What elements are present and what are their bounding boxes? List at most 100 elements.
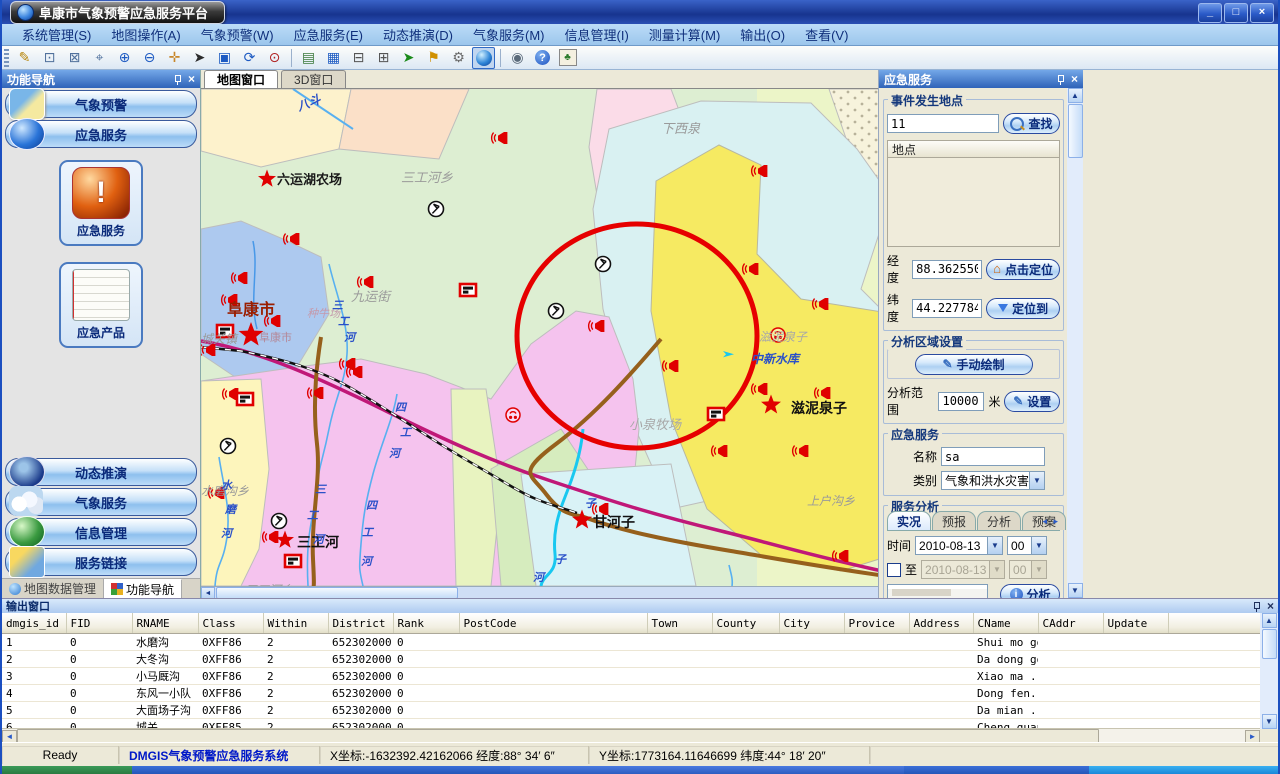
column-header-Address[interactable]: Address — [909, 613, 973, 634]
column-header-Town[interactable]: Town — [647, 613, 712, 634]
column-header-District[interactable]: District — [328, 613, 393, 634]
close-icon[interactable]: × — [1267, 601, 1274, 611]
combo-dropdown-icon[interactable]: ▼ — [1031, 536, 1047, 555]
print-preview-icon[interactable]: ⊞ — [372, 47, 395, 69]
menu-item-2[interactable]: 气象预警(W) — [191, 25, 284, 44]
table-row[interactable]: 10水磨沟0XFF8626523020000Shui mo gou — [2, 634, 1260, 651]
close-icon[interactable]: × — [1071, 74, 1078, 84]
sidebar-item-应急服务[interactable]: 应急服务 — [5, 120, 197, 148]
analysis-range-input[interactable] — [938, 392, 984, 411]
goto-location-button[interactable]: 定位到 — [986, 298, 1060, 319]
right-panel-scrollbar[interactable]: ▲ ▼ — [1067, 88, 1083, 598]
element-list-selection[interactable] — [888, 589, 987, 598]
tab-scroll-icons[interactable]: ◂ ▸ — [1042, 516, 1060, 527]
scroll-down-icon[interactable]: ▼ — [1068, 583, 1083, 598]
latitude-input[interactable] — [912, 299, 982, 318]
sidebar-item-服务链接[interactable]: 服务链接 — [5, 548, 197, 576]
scene-icon[interactable]: ♣ — [556, 47, 579, 69]
menu-item-0[interactable]: 系统管理(S) — [12, 25, 101, 44]
menu-item-5[interactable]: 气象服务(M) — [463, 25, 555, 44]
monitor-station-marker[interactable] — [549, 304, 564, 319]
menu-item-4[interactable]: 动态推演(D) — [373, 25, 463, 44]
menu-item-8[interactable]: 输出(O) — [730, 25, 795, 44]
pointer-green-icon[interactable]: ➤ — [397, 47, 420, 69]
select-polygon-icon[interactable]: ⊠ — [63, 47, 86, 69]
pin-icon[interactable] — [1252, 601, 1261, 612]
station-red-circle-marker[interactable] — [506, 408, 520, 422]
print-icon[interactable]: ⊟ — [347, 47, 370, 69]
output-table[interactable]: dmgis_idFIDRNAMEClassWithinDistrictRankP… — [2, 613, 1260, 729]
pan-icon[interactable]: ✛ — [163, 47, 186, 69]
location-list[interactable] — [887, 158, 1060, 247]
menu-item-1[interactable]: 地图操作(A) — [101, 25, 190, 44]
table-row[interactable]: 30小马厩沟0XFF8626523020000Xiao ma ... — [2, 668, 1260, 685]
column-header-City[interactable]: City — [779, 613, 844, 634]
analysis-tab-预报[interactable]: 预报 — [932, 511, 976, 530]
close-icon[interactable]: × — [188, 74, 195, 84]
column-header-RNAME[interactable]: RNAME — [132, 613, 198, 634]
monitor-station-marker[interactable] — [596, 257, 611, 272]
menu-item-3[interactable]: 应急服务(E) — [284, 25, 373, 44]
date2-combo[interactable]: 2010-08-13 ▼ — [921, 560, 1005, 579]
pin-icon[interactable] — [1056, 74, 1065, 85]
globe-3d-icon[interactable] — [472, 47, 495, 69]
select-point-icon[interactable]: ⌖ — [88, 47, 111, 69]
set-range-button[interactable]: ✎ 设置 — [1004, 391, 1060, 412]
search-button[interactable]: 查找 — [1003, 113, 1060, 134]
shelter-flag-marker[interactable] — [237, 393, 253, 405]
measure-icon[interactable]: ✎ — [13, 47, 36, 69]
select-rect-icon[interactable]: ⊡ — [38, 47, 61, 69]
hour2-combo[interactable]: 00 ▼ — [1009, 560, 1047, 579]
location-search-input[interactable] — [887, 114, 999, 133]
sidebar-item-信息管理[interactable]: 信息管理 — [5, 518, 197, 546]
scroll-up-icon[interactable]: ▲ — [1262, 613, 1277, 628]
monitor-station-marker[interactable] — [272, 514, 287, 529]
service-type-combo[interactable]: 气象和洪水灾害 ▼ — [941, 471, 1045, 490]
table-row[interactable]: 50大面场子沟0XFF8626523020000Da mian ... — [2, 702, 1260, 719]
pin-icon[interactable] — [173, 74, 182, 85]
layers-icon[interactable]: ▤ — [297, 47, 320, 69]
click-locate-button[interactable]: ⌂ 点击定位 — [986, 259, 1060, 280]
combo-dropdown-icon[interactable]: ▼ — [1029, 471, 1045, 490]
shelter-flag-marker[interactable] — [460, 284, 476, 296]
zoom-out-icon[interactable]: ⊖ — [138, 47, 161, 69]
analyze-button[interactable]: i 分析 — [1000, 584, 1060, 598]
table-row[interactable]: 40东风一小队0XFF8626523020000Dong fen... — [2, 685, 1260, 702]
map-tab-地图窗口[interactable]: 地图窗口 — [204, 70, 278, 88]
shortcut-应急服务[interactable]: !应急服务 — [59, 160, 143, 246]
help-icon[interactable]: ? — [531, 47, 554, 69]
column-header-Class[interactable]: Class — [198, 613, 263, 634]
eye-icon[interactable]: ◉ — [506, 47, 529, 69]
sidebar-tab-功能导航[interactable]: 功能导航 — [104, 579, 182, 598]
sidebar-tab-地图数据管理[interactable]: 地图数据管理 — [2, 579, 104, 598]
combo-dropdown-icon[interactable]: ▼ — [989, 560, 1005, 579]
refresh-icon[interactable]: ⟳ — [238, 47, 261, 69]
output-horizontal-scrollbar[interactable]: ◄ ► — [2, 728, 1260, 743]
column-header-FID[interactable]: FID — [66, 613, 132, 634]
column-header-filler[interactable] — [1168, 613, 1260, 634]
menu-item-6[interactable]: 信息管理(I) — [555, 25, 639, 44]
column-header-County[interactable]: County — [712, 613, 779, 634]
sidebar-item-气象预警[interactable]: 气象预警 — [5, 90, 197, 118]
output-hscroll-thumb[interactable] — [17, 729, 1099, 743]
analysis-tab-分析[interactable]: 分析 — [977, 511, 1021, 530]
close-button[interactable]: × — [1250, 3, 1274, 23]
full-extent-icon[interactable]: ▣ — [213, 47, 236, 69]
menu-item-7[interactable]: 测量计算(M) — [639, 25, 731, 44]
date-combo[interactable]: 2010-08-13 ▼ — [915, 536, 1003, 555]
manual-draw-button[interactable]: ✎ 手动绘制 — [915, 354, 1033, 375]
placemark-icon[interactable]: ⚑ — [422, 47, 445, 69]
location-list-header[interactable]: 地点 — [887, 140, 1060, 158]
minimize-button[interactable]: _ — [1198, 3, 1222, 23]
shelter-flag-marker[interactable] — [285, 555, 301, 567]
service-name-input[interactable] — [941, 447, 1045, 466]
column-header-Provice[interactable]: Provice — [844, 613, 909, 634]
map-tab-3D窗口[interactable]: 3D窗口 — [281, 70, 346, 88]
pointer-icon[interactable]: ➤ — [188, 47, 211, 69]
sidebar-item-气象服务[interactable]: 气象服务 — [5, 488, 197, 516]
column-header-dmgis_id[interactable]: dmgis_id — [2, 613, 66, 634]
column-header-Rank[interactable]: Rank — [393, 613, 459, 634]
combo-dropdown-icon[interactable]: ▼ — [1031, 560, 1047, 579]
longitude-input[interactable] — [912, 260, 982, 279]
scroll-down-icon[interactable]: ▼ — [1262, 714, 1277, 729]
